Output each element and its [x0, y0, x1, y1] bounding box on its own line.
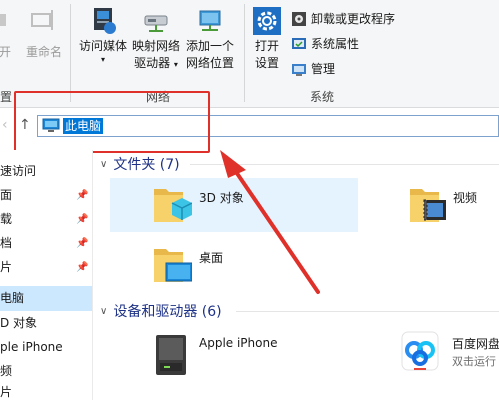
- sidebar-item-label: 频: [0, 364, 13, 378]
- sidebar-item-label: 面: [0, 188, 13, 202]
- system-properties-icon: [291, 36, 307, 52]
- sidebar-item-label: 档: [0, 236, 13, 250]
- sidebar-item-label: ple iPhone: [0, 340, 63, 354]
- device-sub-baidu-netdisk: 双击运行: [452, 355, 496, 368]
- sidebar-item-documents[interactable]: 档 📌: [0, 231, 92, 256]
- sidebar-item-label: 片: [0, 260, 13, 274]
- map-network-label2: 驱动器 ▾: [134, 55, 178, 73]
- add-network-label2: 网络位置: [185, 56, 234, 70]
- uninstall-label: 卸载或更改程序: [311, 12, 396, 26]
- manage-label: 管理: [311, 62, 336, 76]
- chevron-down-icon: ∨: [100, 305, 108, 317]
- sidebar-item-quick-access[interactable]: 速访问: [0, 159, 92, 184]
- chevron-down-icon: ∨: [100, 158, 108, 170]
- folder-label-3d-objects: 3D 对象: [199, 191, 244, 205]
- devices-section-header[interactable]: ∨ 设备和驱动器 (6): [100, 301, 222, 321]
- sidebar-item-this-pc[interactable]: 电脑: [0, 286, 92, 311]
- pane-divider[interactable]: [92, 150, 93, 400]
- open-button-label: 开: [0, 45, 11, 59]
- system-properties-label: 系统属性: [311, 37, 360, 51]
- pin-icon: 📌: [76, 214, 89, 225]
- system-properties-item[interactable]: 系统属性: [291, 35, 359, 52]
- sidebar-item-label: 片: [0, 385, 13, 399]
- sidebar-item-apple-iphone[interactable]: ple iPhone: [0, 335, 92, 360]
- open-settings-label2: 设置: [254, 56, 279, 70]
- sidebar-item-downloads[interactable]: 载 📌: [0, 207, 92, 232]
- media-icon: [88, 6, 118, 36]
- map-network-label2-text: 驱动器: [134, 56, 171, 70]
- open-settings-label1: 打开: [254, 39, 279, 53]
- folder-label-videos: 视频: [453, 191, 478, 205]
- back-arrow-icon[interactable]: ‹: [2, 117, 8, 133]
- chevron-down-icon: ▾: [173, 60, 178, 69]
- add-network-label1: 添加一个: [185, 39, 234, 53]
- sidebar-item-pictures-2[interactable]: 片: [0, 380, 92, 400]
- ribbon-separator: [244, 4, 245, 102]
- open-settings-button[interactable]: 打开 设置: [248, 6, 286, 72]
- sidebar-item-label: 电脑: [0, 291, 25, 305]
- sidebar-item-label: D 对象: [0, 316, 38, 330]
- desktop-folder-icon: [152, 243, 193, 287]
- phone-device-icon: [152, 333, 192, 377]
- folder-label-desktop: 桌面: [199, 251, 224, 265]
- devices-section-title: 设备和驱动器 (6): [113, 304, 222, 320]
- uninstall-icon: [291, 11, 307, 27]
- manage-item[interactable]: 管理: [291, 60, 335, 77]
- annotation-highlight-box: [14, 91, 210, 153]
- 3d-objects-folder-icon: [152, 183, 193, 227]
- network-location-icon: [195, 6, 225, 36]
- rename-button-label: 重命名: [25, 45, 62, 59]
- folders-section-title: 文件夹 (7): [113, 157, 180, 173]
- pin-icon: 📌: [76, 262, 89, 273]
- map-network-label1: 映射网络: [131, 39, 180, 53]
- rename-icon: [29, 6, 59, 36]
- sidebar-item-label: 载: [0, 212, 13, 226]
- sidebar-item-desktop[interactable]: 面 📌: [0, 183, 92, 208]
- open-icon: [0, 6, 20, 36]
- videos-folder-icon: [408, 183, 448, 227]
- chevron-down-icon: ▾: [100, 55, 105, 64]
- sidebar-item-pictures[interactable]: 片 📌: [0, 255, 92, 280]
- uninstall-program-item[interactable]: 卸载或更改程序: [291, 10, 395, 27]
- group-label-left: 置: [0, 90, 13, 104]
- baidu-netdisk-icon: [400, 330, 440, 374]
- device-label-apple-iphone: Apple iPhone: [199, 336, 278, 350]
- section-divider: [236, 311, 499, 312]
- map-network-drive-button[interactable]: 映射网络 驱动器 ▾: [130, 6, 182, 73]
- sidebar-item-3d-objects[interactable]: D 对象: [0, 311, 92, 336]
- gear-icon: [252, 6, 282, 36]
- group-label-system: 系统: [310, 90, 335, 104]
- access-media-button[interactable]: 访问媒体 ▾: [76, 6, 130, 65]
- network-drive-icon: [141, 6, 171, 36]
- manage-icon: [291, 61, 307, 77]
- pin-icon: 📌: [76, 238, 89, 249]
- section-divider: [190, 164, 499, 165]
- open-button[interactable]: 开: [0, 6, 16, 61]
- ribbon-separator: [70, 4, 71, 102]
- rename-button[interactable]: 重命名: [24, 6, 64, 61]
- pin-icon: 📌: [76, 190, 89, 201]
- add-network-location-button[interactable]: 添加一个 网络位置: [182, 6, 238, 72]
- device-label-baidu-netdisk: 百度网盘: [452, 337, 499, 351]
- access-media-label: 访问媒体: [78, 39, 127, 53]
- folders-section-header[interactable]: ∨ 文件夹 (7): [100, 154, 180, 174]
- sidebar-item-label: 速访问: [0, 164, 37, 178]
